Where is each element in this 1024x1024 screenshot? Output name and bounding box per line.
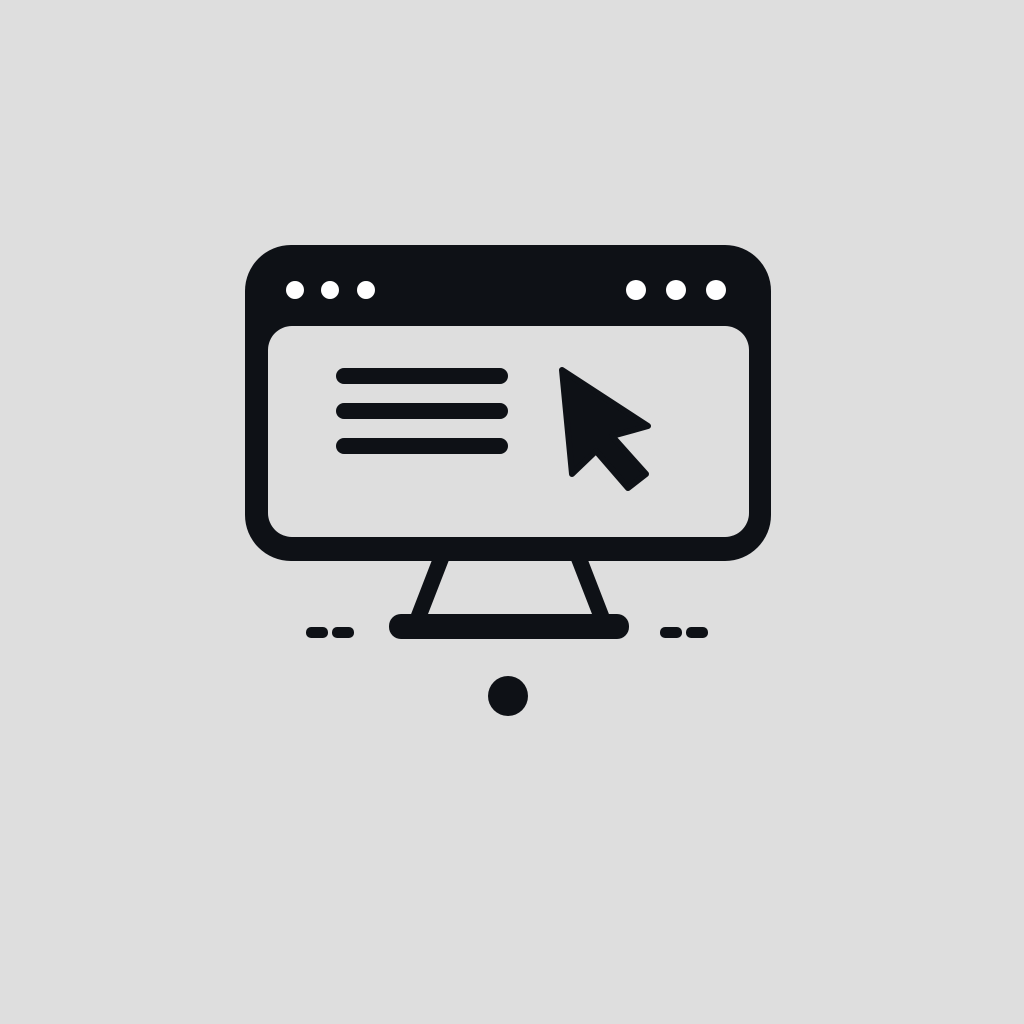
- computer-monitor-icon: [245, 245, 771, 716]
- dash: [306, 627, 328, 638]
- monitor-stand: [389, 560, 629, 639]
- browser-content-area: [268, 326, 749, 537]
- indicator-dot-icon: [488, 676, 528, 716]
- window-dot-icon: [666, 280, 686, 300]
- window-dot-icon: [706, 280, 726, 300]
- window-dot-icon: [357, 281, 375, 299]
- window-controls-left: [286, 281, 375, 299]
- dash: [686, 627, 708, 638]
- icon-canvas: [0, 0, 1024, 1024]
- stand-base: [389, 614, 629, 639]
- stand-neck: [408, 560, 612, 622]
- window-controls-right: [626, 280, 726, 300]
- window-dot-icon: [321, 281, 339, 299]
- dash: [332, 627, 354, 638]
- window-dot-icon: [286, 281, 304, 299]
- window-dot-icon: [626, 280, 646, 300]
- dash: [660, 627, 682, 638]
